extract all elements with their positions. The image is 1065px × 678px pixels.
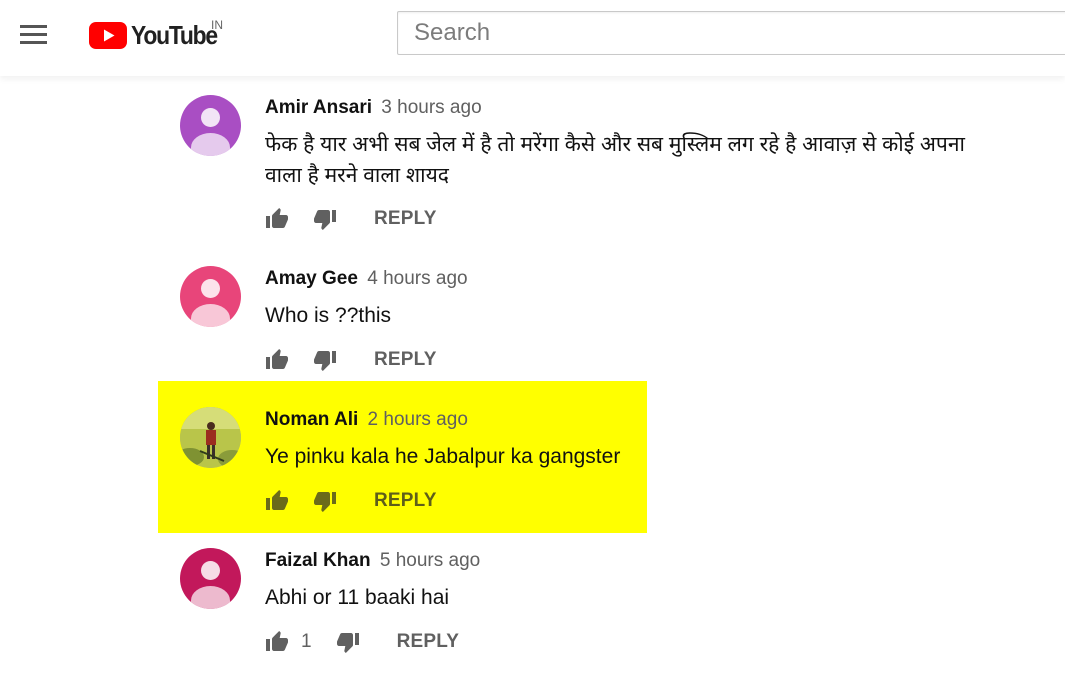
thumbs-down-icon[interactable]	[313, 348, 337, 372]
reply-button[interactable]: REPLY	[374, 349, 437, 371]
author-name[interactable]: Amay Gee	[265, 268, 358, 289]
avatar[interactable]	[180, 548, 241, 609]
logo-country-code: IN	[211, 18, 223, 32]
avatar-body-shape	[191, 586, 230, 609]
timestamp[interactable]: 4 hours ago	[367, 268, 467, 289]
reply-button[interactable]: REPLY	[374, 208, 437, 230]
comment-actions: 1 REPLY	[265, 629, 459, 655]
hamburger-menu-icon[interactable]	[20, 25, 48, 45]
avatar-photo[interactable]	[180, 407, 241, 468]
masthead: YouTube IN	[0, 0, 1065, 76]
thumbs-down-icon[interactable]	[313, 489, 337, 513]
author-name[interactable]: Noman Ali	[265, 409, 358, 430]
avatar-head-shape	[201, 561, 220, 580]
comment-actions: REPLY	[265, 347, 437, 373]
avatar-head-shape	[201, 108, 220, 127]
thumbs-down-icon[interactable]	[336, 630, 360, 654]
comment-actions: REPLY	[265, 206, 437, 232]
logo-wordmark: YouTube	[131, 19, 218, 50]
youtube-logo[interactable]: YouTube IN	[89, 18, 229, 52]
avatar[interactable]	[180, 95, 241, 156]
timestamp[interactable]: 5 hours ago	[380, 550, 480, 571]
comment-text: Ye pinku kala he Jabalpur ka gangster	[265, 445, 621, 468]
author-name[interactable]: Faizal Khan	[265, 550, 371, 571]
comment-header: Noman Ali 2 hours ago	[265, 409, 468, 431]
comment-header: Amir Ansari 3 hours ago	[265, 97, 482, 119]
avatar-body-shape	[191, 133, 230, 156]
comment-header: Faizal Khan 5 hours ago	[265, 550, 480, 572]
avatar[interactable]	[180, 266, 241, 327]
search-input[interactable]	[397, 11, 1065, 55]
thumbs-down-icon[interactable]	[313, 207, 337, 231]
comment-text: फेक है यार अभी सब जेल में है तो मरेंगा क…	[265, 133, 965, 187]
avatar-head-shape	[201, 279, 220, 298]
youtube-play-icon	[89, 21, 127, 49]
thumbs-up-icon[interactable]	[265, 630, 289, 654]
reply-button[interactable]: REPLY	[374, 490, 437, 512]
comment-text: Who is ??this	[265, 304, 392, 327]
thumbs-up-icon[interactable]	[265, 489, 289, 513]
thumbs-up-icon[interactable]	[265, 207, 289, 231]
author-name[interactable]: Amir Ansari	[265, 97, 372, 118]
thumbs-up-icon[interactable]	[265, 348, 289, 372]
comment-header: Amay Gee 4 hours ago	[265, 268, 468, 290]
reply-button[interactable]: REPLY	[397, 631, 460, 653]
avatar-photo-image	[180, 407, 241, 468]
comment-text: Abhi or 11 baaki hai	[265, 586, 450, 609]
timestamp[interactable]: 2 hours ago	[368, 409, 468, 430]
timestamp[interactable]: 3 hours ago	[381, 97, 481, 118]
like-count: 1	[301, 631, 312, 652]
avatar-body-shape	[191, 304, 230, 327]
comment-actions: REPLY	[265, 488, 437, 514]
